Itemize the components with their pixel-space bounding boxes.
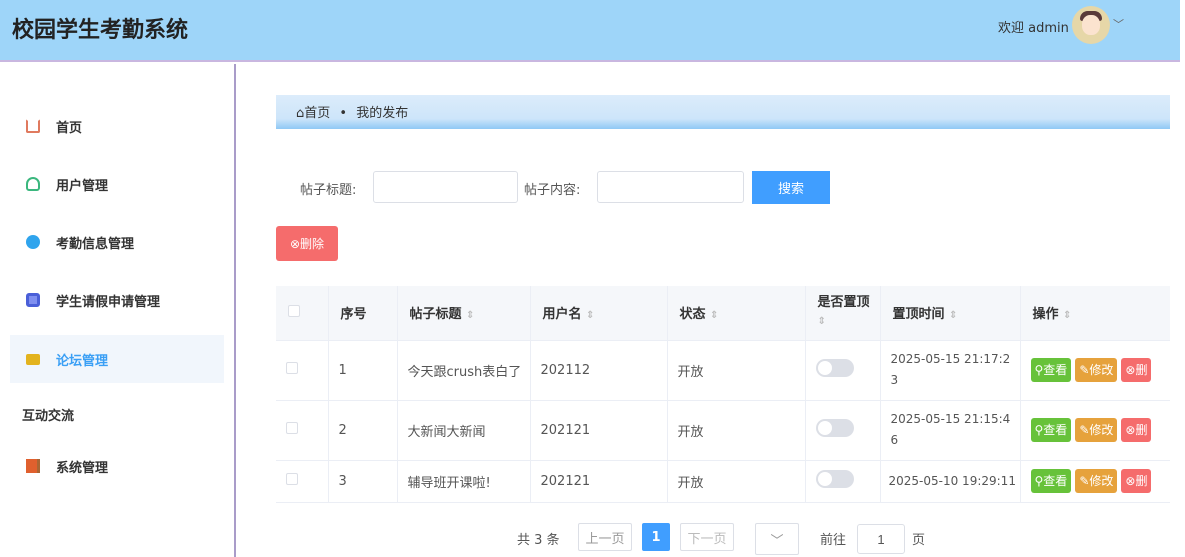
cell-user: 202121 — [530, 400, 668, 461]
view-button[interactable]: ⚲查看 — [1030, 358, 1072, 382]
delete-button[interactable]: ⊗删 — [1121, 469, 1152, 493]
edit-button[interactable]: ✎修改 — [1075, 418, 1118, 442]
cell-time: 2025-05-15 21:15:46 — [880, 400, 1021, 461]
cell-time: 2025-05-10 19:29:11 — [880, 460, 1021, 503]
col-no: 序号 — [328, 286, 398, 341]
delete-button[interactable]: ⊗删 — [1121, 358, 1152, 382]
cell-time: 2025-05-15 21:17:23 — [880, 340, 1021, 401]
sort-icon[interactable]: ⇕ — [1063, 310, 1071, 321]
col-status[interactable]: 状态 ⇕ — [667, 286, 806, 341]
cell-status: 开放 — [667, 400, 806, 461]
total-count: 共 3 条 — [517, 533, 560, 548]
prev-page-button[interactable]: 上一页 — [578, 523, 632, 551]
next-page-button[interactable]: 下一页 — [680, 523, 734, 551]
cell-user: 202112 — [530, 340, 668, 401]
posts-table: 序号 帖子标题 ⇕ 用户名 ⇕ 状态 ⇕ 是否置顶 ⇕ 置顶时间 ⇕ 操作 ⇕ … — [276, 286, 1170, 503]
sort-icon[interactable]: ⇕ — [949, 310, 957, 321]
goto-label: 前往 — [820, 533, 847, 548]
col-time[interactable]: 置顶时间 ⇕ — [880, 286, 1021, 341]
page-size-select[interactable]: ﹀ — [755, 523, 799, 555]
row-checkbox[interactable] — [286, 422, 298, 434]
col-pinned[interactable]: 是否置顶 ⇕ — [805, 286, 881, 341]
cell-user: 202121 — [530, 460, 668, 503]
header-label: 帖子标题 — [409, 307, 462, 323]
view-button[interactable]: ⚲查看 — [1030, 469, 1072, 493]
table-header-row: 序号 帖子标题 ⇕ 用户名 ⇕ 状态 ⇕ 是否置顶 ⇕ 置顶时间 ⇕ 操作 ⇕ — [276, 286, 1170, 341]
header-label: 是否置顶 — [817, 295, 870, 311]
cell-no: 1 — [328, 340, 398, 401]
cell-title: 大新闻大新闻 — [397, 400, 531, 461]
header-label: 用户名 — [542, 307, 582, 323]
header-label: 序号 — [340, 307, 367, 323]
col-actions[interactable]: 操作 ⇕ — [1020, 286, 1170, 341]
delete-button[interactable]: ⊗删 — [1121, 418, 1152, 442]
cell-no: 3 — [328, 460, 398, 503]
goto-page-input[interactable] — [857, 524, 905, 554]
table-row: 3 辅导班开课啦! 202121 开放 2025-05-10 19:29:11 … — [276, 460, 1170, 503]
page-1-button[interactable]: 1 — [642, 523, 670, 551]
page-suffix: 页 — [912, 533, 926, 548]
sort-icon[interactable]: ⇕ — [586, 310, 594, 321]
col-user[interactable]: 用户名 ⇕ — [530, 286, 668, 341]
edit-button[interactable]: ✎修改 — [1075, 469, 1118, 493]
view-button[interactable]: ⚲查看 — [1030, 418, 1072, 442]
pin-toggle[interactable] — [815, 419, 854, 437]
cell-no: 2 — [328, 400, 398, 461]
row-checkbox[interactable] — [286, 362, 298, 374]
header-label: 置顶时间 — [892, 307, 945, 323]
col-title[interactable]: 帖子标题 ⇕ — [397, 286, 531, 341]
select-all-checkbox[interactable] — [288, 304, 300, 317]
sort-icon[interactable]: ⇕ — [466, 310, 474, 321]
header-label: 状态 — [679, 307, 706, 323]
header-label: 操作 — [1032, 307, 1059, 323]
cell-title: 辅导班开课啦! — [397, 460, 531, 503]
row-checkbox[interactable] — [286, 473, 298, 485]
table-row: 2 大新闻大新闻 202121 开放 2025-05-15 21:15:46 ⚲… — [276, 400, 1170, 461]
pin-toggle[interactable] — [815, 359, 854, 377]
sort-icon[interactable]: ⇕ — [710, 310, 718, 321]
cell-title: 今天跟crush表白了 — [397, 340, 531, 401]
edit-button[interactable]: ✎修改 — [1075, 358, 1118, 382]
pin-toggle[interactable] — [815, 470, 854, 488]
cell-status: 开放 — [667, 340, 806, 401]
table-row: 1 今天跟crush表白了 202112 开放 2025-05-15 21:17… — [276, 340, 1170, 401]
cell-status: 开放 — [667, 460, 806, 503]
sort-icon[interactable]: ⇕ — [818, 316, 826, 327]
chevron-down-icon: ﹀ — [770, 533, 784, 549]
